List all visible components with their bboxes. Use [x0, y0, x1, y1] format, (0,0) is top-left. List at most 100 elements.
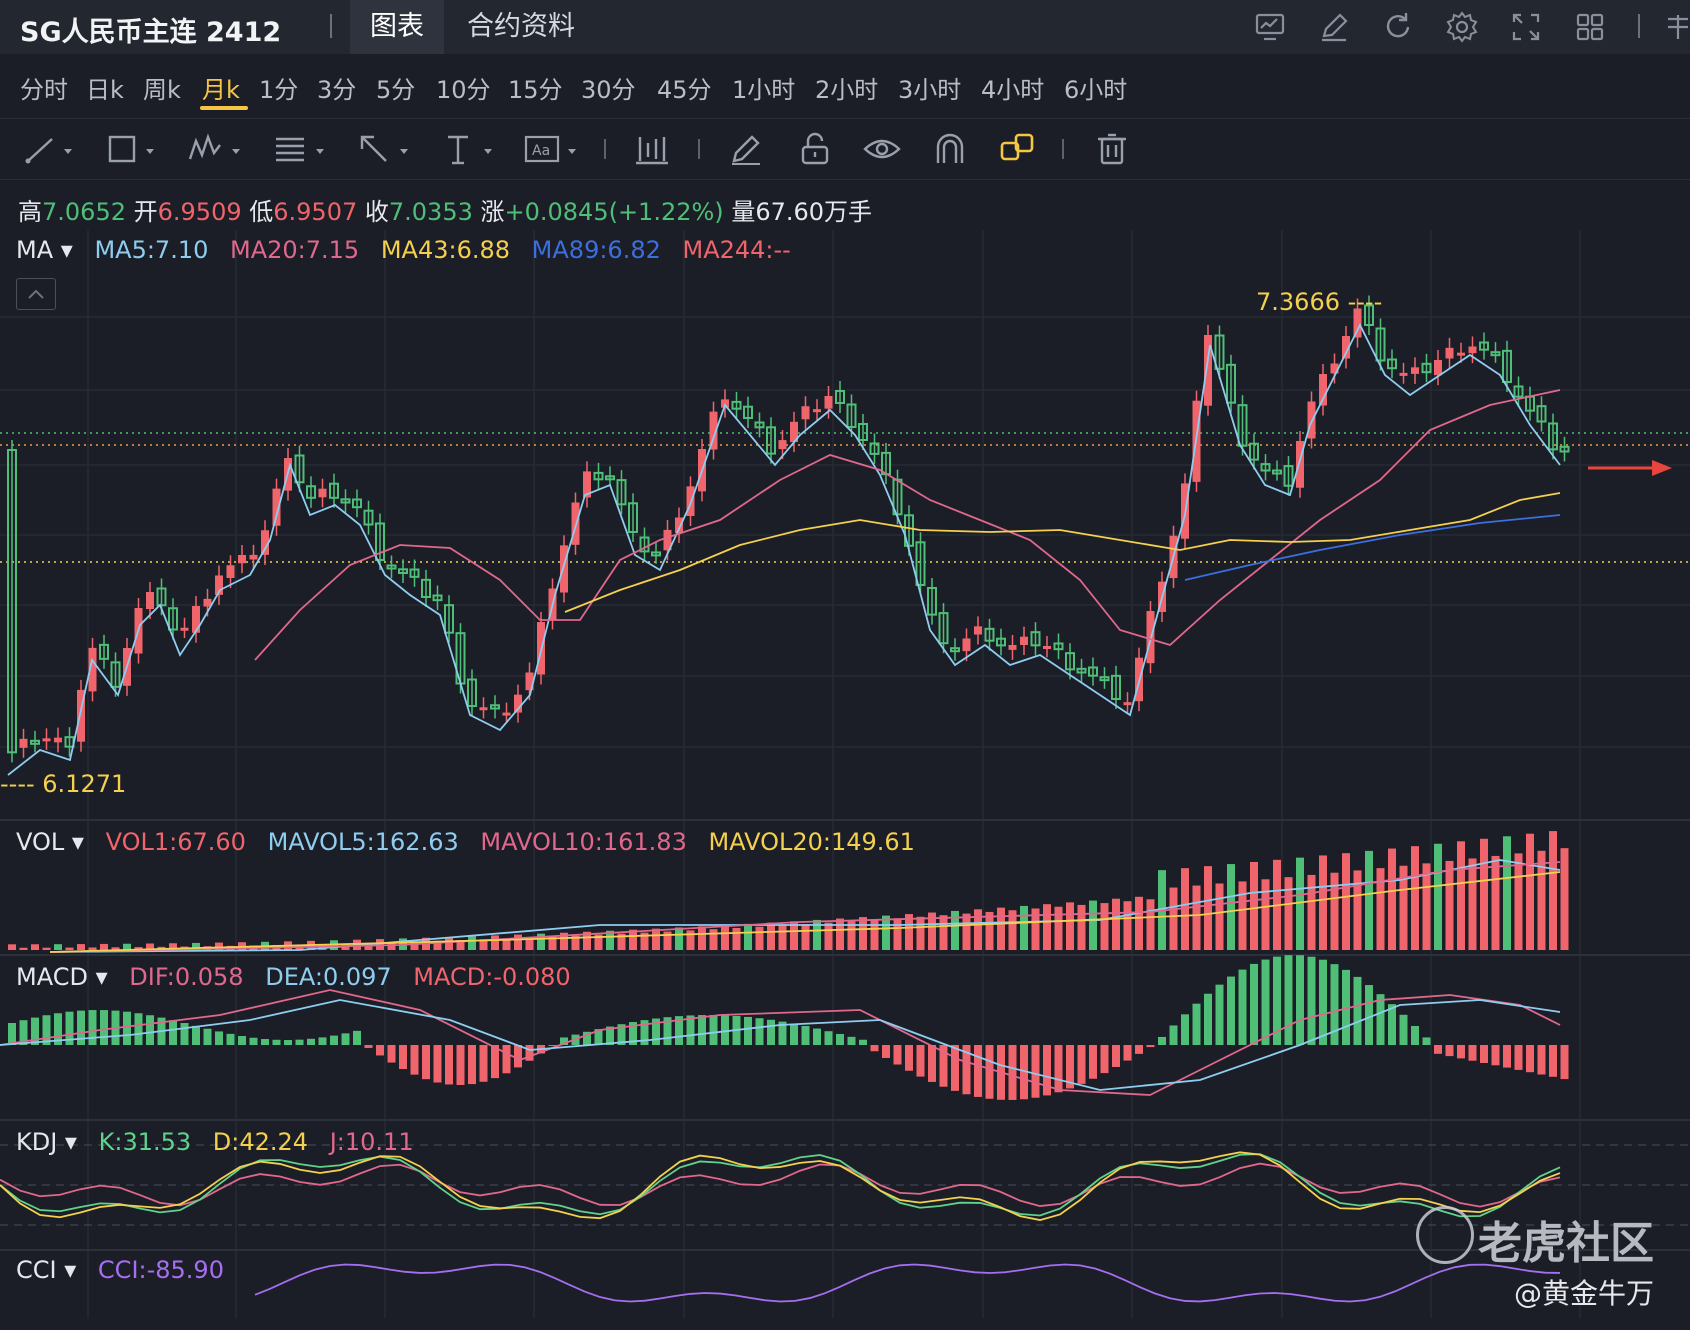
- macd-bar: [261, 1039, 269, 1045]
- ma-legend: MA ▾ MA5:7.10 MA20:7.15 MA43:6.88 MA89:6…: [16, 236, 805, 264]
- macd-bar: [1181, 1014, 1189, 1045]
- lock-icon[interactable]: [795, 129, 835, 169]
- macd-bar: [307, 1038, 315, 1045]
- pattern-icon[interactable]: [186, 129, 246, 169]
- trend-line-icon[interactable]: [22, 129, 78, 169]
- layout-grid-icon[interactable]: [1572, 9, 1608, 45]
- ma89-line: [1184, 514, 1561, 581]
- macd-label[interactable]: MACD ▾: [16, 963, 108, 991]
- top-bar: SG人民币主连 2412 图表 合约资料: [0, 0, 1690, 54]
- cci-line: [254, 1263, 1561, 1303]
- more-icon[interactable]: [1660, 9, 1690, 45]
- candle-body: [318, 488, 327, 498]
- text-tool-icon[interactable]: Aa: [522, 129, 586, 169]
- volume-bar: [1089, 900, 1097, 950]
- trash-icon[interactable]: [1092, 129, 1132, 169]
- period-item[interactable]: 30分: [581, 70, 636, 105]
- macd-bar: [1123, 1045, 1132, 1061]
- svg-text:Aa: Aa: [532, 143, 550, 159]
- volume-bar: [1192, 885, 1201, 950]
- macd-bar: [1296, 955, 1304, 1045]
- volume-bar: [755, 926, 764, 950]
- fibonacci-icon[interactable]: [272, 129, 332, 169]
- volume-bar: [1353, 870, 1362, 950]
- settings-gear-icon[interactable]: [1444, 9, 1480, 45]
- candle-body: [1445, 347, 1454, 359]
- period-item[interactable]: 分时: [20, 70, 68, 105]
- drawing-toolbar: Aa: [0, 118, 1690, 180]
- volume-bar: [629, 929, 637, 950]
- period-item-active[interactable]: 月k: [202, 70, 240, 105]
- volume-bar: [1319, 855, 1327, 950]
- fullscreen-icon[interactable]: [1508, 9, 1544, 45]
- magnet-icon[interactable]: [930, 129, 970, 169]
- macd-bar: [203, 1028, 212, 1045]
- bar-measure-icon[interactable]: [632, 129, 672, 169]
- kdj-label[interactable]: KDJ ▾: [16, 1128, 77, 1156]
- cci-label[interactable]: CCI ▾: [16, 1256, 76, 1284]
- pencil-edit-icon[interactable]: [1316, 9, 1352, 45]
- arrow-icon[interactable]: [356, 129, 416, 169]
- ma43-line: [564, 492, 1561, 613]
- period-item[interactable]: 10分: [436, 70, 491, 105]
- macd-bar: [1158, 1036, 1166, 1045]
- period-item[interactable]: 3小时: [898, 70, 961, 105]
- vol-label[interactable]: VOL ▾: [16, 828, 84, 856]
- candle-body: [249, 554, 258, 560]
- tab-contract-info[interactable]: 合约资料: [447, 0, 595, 54]
- macd-bar: [1192, 1003, 1201, 1045]
- macd-legend: MACD ▾ DIF:0.058 DEA:0.097 MACD:-0.080: [16, 963, 585, 991]
- period-item[interactable]: 日k: [86, 70, 124, 105]
- macd-bar: [916, 1045, 925, 1077]
- ma5-line: [7, 322, 1561, 776]
- chevron-up-icon: [28, 289, 44, 299]
- macd-bar: [330, 1035, 338, 1045]
- volume-bar: [1135, 896, 1143, 950]
- macd-bar: [88, 1010, 97, 1045]
- period-item[interactable]: 5分: [376, 70, 415, 105]
- volume-bar: [997, 907, 1005, 950]
- rectangle-icon[interactable]: [104, 129, 160, 169]
- candle-body: [1123, 702, 1132, 706]
- period-item[interactable]: 1小时: [732, 70, 795, 105]
- macd-bar: [1089, 1045, 1097, 1079]
- link-icon[interactable]: [998, 129, 1038, 169]
- volume-bar: [31, 944, 39, 950]
- volume-bar: [1388, 848, 1396, 950]
- period-item[interactable]: 45分: [657, 70, 712, 105]
- volume-bar: [985, 911, 994, 950]
- tab-chart[interactable]: 图表: [350, 0, 444, 54]
- pen-icon[interactable]: [726, 129, 766, 169]
- period-item[interactable]: 4小时: [981, 70, 1044, 105]
- macd-bar: [1434, 1045, 1442, 1054]
- active-period-underline: [200, 106, 248, 110]
- period-item[interactable]: 3分: [317, 70, 356, 105]
- macd-bar: [491, 1045, 499, 1079]
- eye-icon[interactable]: [862, 129, 902, 169]
- divider: [330, 14, 332, 38]
- vertical-line-icon[interactable]: [440, 129, 500, 169]
- candle-body: [1008, 645, 1017, 650]
- period-item[interactable]: 周k: [143, 70, 181, 105]
- candle-body: [801, 406, 810, 420]
- collapse-legend-button[interactable]: [16, 278, 56, 310]
- volume-bar: [1411, 846, 1419, 950]
- ma43-value: MA43:6.88: [380, 236, 511, 264]
- volume-bar: [1445, 860, 1454, 950]
- candle-body: [1457, 352, 1465, 356]
- period-item[interactable]: 1分: [259, 70, 298, 105]
- volume-bar: [1146, 899, 1155, 950]
- period-item[interactable]: 15分: [508, 70, 563, 105]
- period-item[interactable]: 2小时: [815, 70, 878, 105]
- macd-bar: [169, 1020, 177, 1045]
- period-item[interactable]: 6小时: [1064, 70, 1127, 105]
- volume-bar: [962, 913, 971, 950]
- ma-label[interactable]: MA ▾: [16, 236, 73, 264]
- volume-bar: [54, 944, 62, 950]
- refresh-icon[interactable]: [1380, 9, 1416, 45]
- volume-bar: [65, 947, 74, 950]
- volume-bar: [1043, 904, 1051, 950]
- macd-bar: [100, 1010, 108, 1045]
- vol-legend: VOL ▾ VOL1:67.60 MAVOL5:162.63 MAVOL10:1…: [16, 828, 929, 856]
- chart-indicator-icon[interactable]: [1252, 9, 1288, 45]
